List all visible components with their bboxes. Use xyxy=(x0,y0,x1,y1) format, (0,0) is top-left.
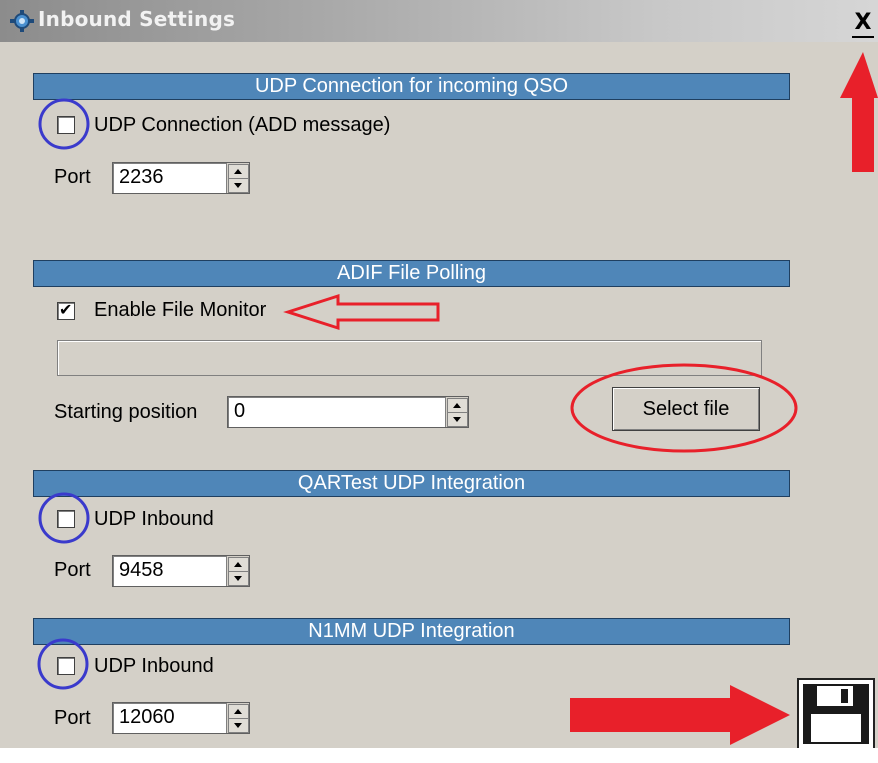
udp-connection-checkbox[interactable] xyxy=(57,116,75,134)
starting-position-stepper[interactable]: 0 xyxy=(227,396,469,428)
qartest-port-value: 9458 xyxy=(119,559,164,581)
spin-down-icon[interactable] xyxy=(228,178,249,193)
spin-up-icon[interactable] xyxy=(228,704,249,719)
n1mm-port-label: Port xyxy=(54,707,91,729)
inbound-settings-window: Inbound Settings X UDP Connection for in… xyxy=(0,0,878,750)
floppy-disk-save-icon xyxy=(803,684,869,744)
n1mm-udp-inbound-checkbox[interactable] xyxy=(57,657,75,675)
spin-down-icon[interactable] xyxy=(228,718,249,733)
udp-connection-label: UDP Connection (ADD message) xyxy=(94,114,391,136)
enable-file-monitor-label: Enable File Monitor xyxy=(94,299,267,321)
spin-up-icon[interactable] xyxy=(228,164,249,179)
udp-port-value: 2236 xyxy=(119,166,164,188)
select-file-button[interactable]: Select file xyxy=(612,387,760,431)
spin-down-icon[interactable] xyxy=(228,571,249,586)
bottom-margin xyxy=(0,748,878,763)
settings-gear-icon xyxy=(10,10,34,32)
adif-header: ADIF File Polling xyxy=(33,260,790,287)
qartest-header: QARTest UDP Integration xyxy=(33,470,790,497)
udp-port-label: Port xyxy=(54,166,91,188)
save-button[interactable] xyxy=(797,678,875,750)
qartest-port-stepper[interactable]: 9458 xyxy=(112,555,250,587)
starting-position-value: 0 xyxy=(234,400,246,422)
window-title: Inbound Settings xyxy=(38,7,236,31)
spin-up-icon[interactable] xyxy=(447,398,468,413)
n1mm-udp-inbound-label: UDP Inbound xyxy=(94,655,214,677)
n1mm-header: N1MM UDP Integration xyxy=(33,618,790,645)
file-path-field[interactable] xyxy=(57,340,762,376)
spin-up-icon[interactable] xyxy=(228,557,249,572)
n1mm-port-value: 12060 xyxy=(119,706,175,728)
udp-incoming-header: UDP Connection for incoming QSO xyxy=(33,73,790,100)
starting-position-label: Starting position xyxy=(54,401,198,423)
spin-down-icon[interactable] xyxy=(447,412,468,427)
enable-file-monitor-checkbox[interactable] xyxy=(57,300,75,320)
title-bar: Inbound Settings X xyxy=(0,0,878,42)
qartest-udp-inbound-checkbox[interactable] xyxy=(57,510,75,528)
udp-port-stepper[interactable]: 2236 xyxy=(112,162,250,194)
close-button[interactable]: X xyxy=(852,12,874,38)
n1mm-port-stepper[interactable]: 12060 xyxy=(112,702,250,734)
qartest-udp-inbound-label: UDP Inbound xyxy=(94,508,214,530)
qartest-port-label: Port xyxy=(54,559,91,581)
